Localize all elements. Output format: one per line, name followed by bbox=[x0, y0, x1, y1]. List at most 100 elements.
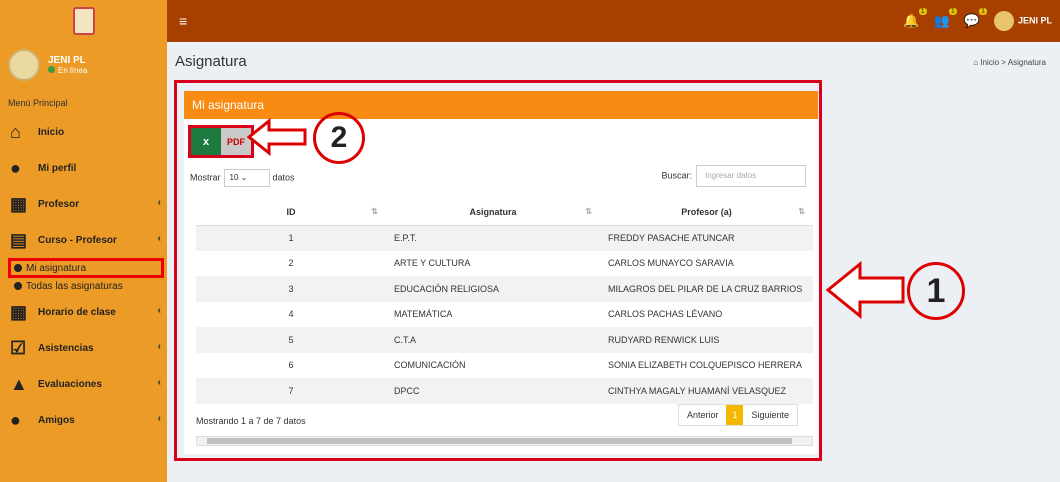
sidebar-item-label: Inicio bbox=[38, 126, 65, 138]
sidebar-item-label: Horario de clase bbox=[38, 306, 116, 318]
chevron-left-icon: ‹ bbox=[157, 197, 161, 208]
users-icon[interactable]: 👥 1 bbox=[934, 8, 957, 29]
show-suffix: datos bbox=[272, 172, 295, 183]
cell-asignatura: DPCC bbox=[386, 378, 600, 404]
breadcrumb-current: Asignatura bbox=[1007, 58, 1046, 67]
column-header-asignatura[interactable]: Asignatura ⇅ bbox=[386, 199, 600, 226]
sort-icon: ⇅ bbox=[371, 207, 378, 216]
bullet-icon bbox=[14, 282, 22, 290]
entries-select-value: 10 bbox=[229, 173, 239, 182]
table-info: Mostrando 1 a 7 de 7 datos bbox=[196, 416, 306, 426]
checkbox-icon: ☑ bbox=[10, 337, 27, 358]
cell-asignatura: COMUNICACIÓN bbox=[394, 360, 466, 371]
book-icon: ▤ bbox=[10, 229, 28, 250]
sidebar-item-label: Asistencias bbox=[38, 342, 94, 354]
card-title: Mi asignatura bbox=[184, 91, 818, 119]
chevron-left-icon: ‹ bbox=[157, 413, 161, 424]
page-1-button[interactable]: 1 bbox=[726, 405, 744, 425]
sidebar-item-inicio[interactable]: ⌂ Inicio bbox=[0, 114, 167, 150]
bullet-icon bbox=[14, 264, 22, 272]
cell-id: 4 bbox=[288, 309, 294, 320]
reader-icon: ▲ bbox=[10, 373, 28, 394]
table-row: 7 DPCC CINTHYA MAGALY HUAMANÍ VELASQUEZ bbox=[196, 378, 813, 404]
cell-profesor: RUDYARD RENWICK LUIS bbox=[600, 327, 813, 353]
online-dot-icon bbox=[48, 66, 55, 73]
sidebar-item-mi-perfil[interactable]: ● Mi perfil bbox=[0, 150, 167, 186]
sidebar-subitem-mi-asignatura[interactable]: Mi asignatura bbox=[8, 258, 164, 278]
cell-id: 3 bbox=[196, 276, 386, 302]
sidebar-item-curso-profesor[interactable]: ▤ Curso - Profesor ‹ bbox=[0, 222, 167, 258]
user-icon: ● bbox=[10, 157, 21, 178]
sidebar-user-name: JENI PL bbox=[48, 55, 86, 66]
status-text: En línea bbox=[58, 66, 88, 75]
search-label: Buscar: bbox=[661, 170, 692, 181]
sidebar-item-horario-de-clase[interactable]: ▦ Horario de clase ‹ bbox=[0, 294, 167, 330]
cell-id: 1 bbox=[196, 225, 386, 251]
cell-asignatura: E.P.T. bbox=[386, 225, 600, 251]
cell-profesor: CARLOS MUNAYCO SARAVIA bbox=[608, 258, 734, 269]
user-name: JENI PL bbox=[1017, 15, 1052, 26]
sort-icon: ⇅ bbox=[585, 207, 592, 216]
chat-icon[interactable]: 💬 1 bbox=[964, 8, 987, 29]
header-label: Asignatura bbox=[469, 206, 517, 217]
chevron-left-icon: ‹ bbox=[157, 377, 161, 388]
avatar bbox=[993, 11, 1014, 31]
page-title: Asignatura bbox=[175, 53, 247, 70]
cell-asignatura: MATEMÁTICA bbox=[394, 309, 453, 320]
cell-id: 2 bbox=[288, 258, 294, 269]
length-control: Mostrar 10 ⌄ datos bbox=[190, 169, 295, 187]
sidebar-item-amigos[interactable]: ● Amigos ‹ bbox=[0, 402, 167, 438]
pagination: Anterior 1 Siguiente bbox=[677, 404, 798, 426]
next-button[interactable]: Siguiente bbox=[743, 405, 797, 425]
excel-export-button[interactable]: x bbox=[191, 128, 221, 155]
logo-icon bbox=[72, 7, 95, 35]
sidebar-item-label: Evaluaciones bbox=[38, 378, 102, 390]
sidebar-item-label: Profesor bbox=[38, 198, 80, 210]
menu-header: Menú Principal bbox=[8, 98, 68, 108]
main-content: Asignatura ⌂ Inicio > Asignatura Mi asig… bbox=[167, 42, 1060, 482]
table-row: 4 MATEMÁTICA CARLOS PACHAS LÉVANO bbox=[196, 302, 813, 328]
header-label: Profesor (a) bbox=[681, 206, 732, 217]
search-control: Buscar: Ingresar datos bbox=[661, 165, 806, 187]
sidebar-item-profesor[interactable]: ▦ Profesor ‹ bbox=[0, 186, 167, 222]
scrollbar-thumb[interactable] bbox=[207, 438, 792, 444]
table-row: 3 EDUCACIÓN RELIGIOSA MILAGROS DEL PILAR D… bbox=[196, 276, 813, 302]
bell-icon[interactable]: 🔔 1 bbox=[903, 8, 927, 29]
column-header-profesor[interactable]: Profesor (a) ⇅ bbox=[600, 199, 813, 226]
horizontal-scrollbar[interactable] bbox=[196, 436, 813, 446]
sidebar-item-label: Amigos bbox=[38, 414, 75, 426]
show-label: Mostrar bbox=[190, 172, 221, 183]
breadcrumb-home-link[interactable]: Inicio bbox=[980, 58, 999, 67]
home-icon: ⌂ bbox=[10, 121, 21, 142]
arrow-left-icon bbox=[247, 117, 307, 157]
table-row: 1 E.P.T. FREDDY PASACHE ATUNCAR bbox=[196, 225, 813, 251]
sidebar-subitem-label: Todas las asignaturas bbox=[26, 280, 123, 292]
cell-profesor: CARLOS PACHAS LÉVANO bbox=[608, 309, 723, 320]
sort-icon: ⇅ bbox=[798, 207, 805, 216]
sidebar-item-label: Mi perfil bbox=[38, 162, 77, 174]
chevron-left-icon: ‹ bbox=[157, 305, 161, 316]
column-header-id[interactable]: ID ⇅ bbox=[196, 199, 386, 226]
table-row: 5 C.T.A RUDYARD RENWICK LUIS bbox=[196, 327, 813, 353]
top-navbar: ≡ 🔔 1 👥 1 💬 1 JENI PL bbox=[0, 0, 1060, 42]
arrow-left-icon bbox=[825, 260, 905, 320]
annotation-number-2: 2 bbox=[313, 112, 365, 164]
entries-select[interactable]: 10 ⌄ bbox=[223, 169, 270, 187]
previous-button[interactable]: Anterior bbox=[679, 405, 727, 425]
teacher-icon: ▦ bbox=[10, 193, 28, 214]
sidebar: JENI PL En línea Menú Principal ⌂ Inicio … bbox=[0, 42, 167, 482]
badge: 1 bbox=[918, 8, 927, 15]
search-input[interactable]: Ingresar datos bbox=[696, 165, 806, 187]
table-row: 6 COMUNICACIÓN SONIA ELIZABETH COLQUEPISCO… bbox=[196, 353, 813, 379]
sidebar-item-evaluaciones[interactable]: ▲ Evaluaciones ‹ bbox=[0, 366, 167, 402]
sidebar-item-asistencias[interactable]: ☑ Asistencias ‹ bbox=[0, 330, 167, 366]
sidebar-subitem-todas-las-asignaturas[interactable]: Todas las asignaturas bbox=[0, 278, 167, 294]
cell-profesor: SONIA ELIZABETH COLQUEPISCO HERRERA bbox=[608, 360, 803, 371]
user-menu[interactable]: JENI PL bbox=[993, 11, 1052, 31]
logo[interactable] bbox=[0, 0, 167, 42]
cell-asignatura: C.T.A bbox=[386, 327, 600, 353]
annotation-number-1: 1 bbox=[907, 262, 965, 320]
header-label: ID bbox=[286, 206, 296, 217]
table-row: 2 ARTE Y CULTURA CARLOS MUNAYCO SARAVIA bbox=[196, 251, 813, 277]
menu-toggle-icon[interactable]: ≡ bbox=[179, 13, 187, 29]
